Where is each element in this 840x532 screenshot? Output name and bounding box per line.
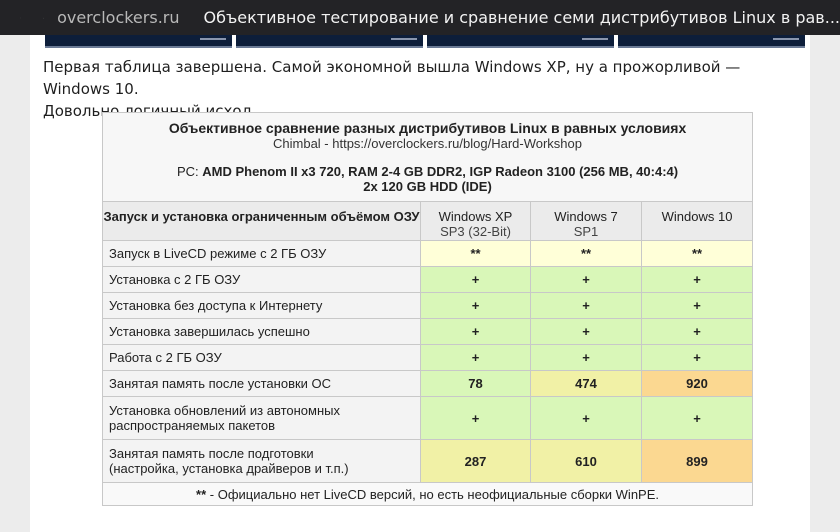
row-label: Установка обновлений из автономных распр… [102,396,421,440]
row-label-line: распространяемых пакетов [109,418,276,433]
table-row: Установка завершилась успешно + + + [102,318,754,345]
table-row: Установка обновлений из автономных распр… [102,396,754,440]
table-header: Объективное сравнение разных дистрибутив… [101,112,754,202]
thumbnail-image[interactable] [427,35,614,48]
column-name: Windows 7 [554,209,618,224]
cell-value: + [420,344,531,371]
cell-value: + [420,396,531,440]
row-label: Работа с 2 ГБ ОЗУ [102,344,421,371]
cell-value: 610 [530,439,642,483]
pc-label: PC: [176,164,203,179]
table-title: Объективное сравнение разных дистрибутив… [168,120,687,136]
cell-value: + [640,396,754,440]
article-page: Первая таблица завершена. Самой экономно… [30,35,810,532]
cell-value: + [530,266,642,293]
page-title: Объективное тестирование и сравнение сем… [203,8,840,27]
table-footnote: ** - Официально нет LiveCD версий, но ес… [101,482,754,506]
row-label: Запуск в LiveCD режиме с 2 ГБ ОЗУ [102,240,421,267]
column-sub: SP3 (32-Bit) [440,224,511,239]
paragraph-line: Первая таблица завершена. Самой экономно… [43,58,741,98]
cell-value: + [530,344,642,371]
row-label: Установка с 2 ГБ ОЗУ [102,266,421,293]
pc-specs-line2: 2x 120 GB HDD (IDE) [363,179,492,194]
table-row: Установка с 2 ГБ ОЗУ + + + [102,266,754,293]
row-label-line: Занятая память после подготовки [109,446,314,461]
cell-value: 78 [420,370,531,397]
footnote-text: - Официально нет LiveCD версий, но есть … [206,486,659,502]
column-sub: SP1 [573,224,599,239]
cell-value: + [640,292,754,319]
table-row: Занятая память после подготовки (настрой… [102,439,754,483]
column-name: Windows 10 [661,209,733,224]
table-row: Работа с 2 ГБ ОЗУ + + + [102,344,754,371]
cell-value: + [530,292,642,319]
browser-toolbar: overclockers.ru Объективное тестирование… [0,0,840,35]
cell-value: + [640,266,754,293]
row-label-line: Установка обновлений из автономных [109,403,340,418]
table-row: Занятая память после установки ОС 78 474… [102,370,754,397]
column-header-win10: Windows 10 [640,201,754,241]
column-header-win7: Windows 7 SP1 [530,201,642,241]
thumbnail-image[interactable] [618,35,805,48]
cell-value: ** [530,240,642,267]
comparison-table: Объективное сравнение разных дистрибутив… [101,112,754,506]
row-label-line: (настройка, установка драйверов и т.п.) [109,461,349,476]
table-source: Chimbal - https://overclockers.ru/blog/H… [273,136,583,151]
cell-value: + [530,318,642,345]
row-label: Занятая память после установки ОС [102,370,421,397]
row-label: Установка без доступа к Интернету [102,292,421,319]
url-domain[interactable]: overclockers.ru [57,8,179,27]
reload-icon[interactable] [20,9,21,27]
cell-value: 287 [420,439,531,483]
cell-value: + [640,344,754,371]
table-row: Установка без доступа к Интернету + + + [102,292,754,319]
row-header-label: Запуск и установка ограниченным объёмом … [102,201,421,241]
cell-value: + [640,318,754,345]
table-row: Запуск в LiveCD режиме с 2 ГБ ОЗУ ** ** … [102,240,754,267]
cell-value: ** [420,240,531,267]
pc-config: PC: AMD Phenom II x3 720, RAM 2-4 GB DDR… [103,164,752,179]
cell-value: 920 [640,370,754,397]
cell-value: 474 [530,370,642,397]
column-header-winxp: Windows XP SP3 (32-Bit) [420,201,531,241]
thumbnail-image[interactable] [45,35,232,48]
column-name: Windows XP [438,209,513,224]
pc-specs: AMD Phenom II x3 720, RAM 2-4 GB DDR2, I… [202,164,679,179]
cell-value: ** [640,240,754,267]
cell-value: 899 [640,439,754,483]
cell-value: + [420,318,531,345]
screenshot-thumbnails [45,35,810,48]
cell-value: + [420,292,531,319]
footnote-mark: ** [196,486,207,502]
row-label: Установка завершилась успешно [102,318,421,345]
cell-value: + [530,396,642,440]
row-label: Занятая память после подготовки (настрой… [102,439,421,483]
cell-value: + [420,266,531,293]
thumbnail-image[interactable] [236,35,423,48]
